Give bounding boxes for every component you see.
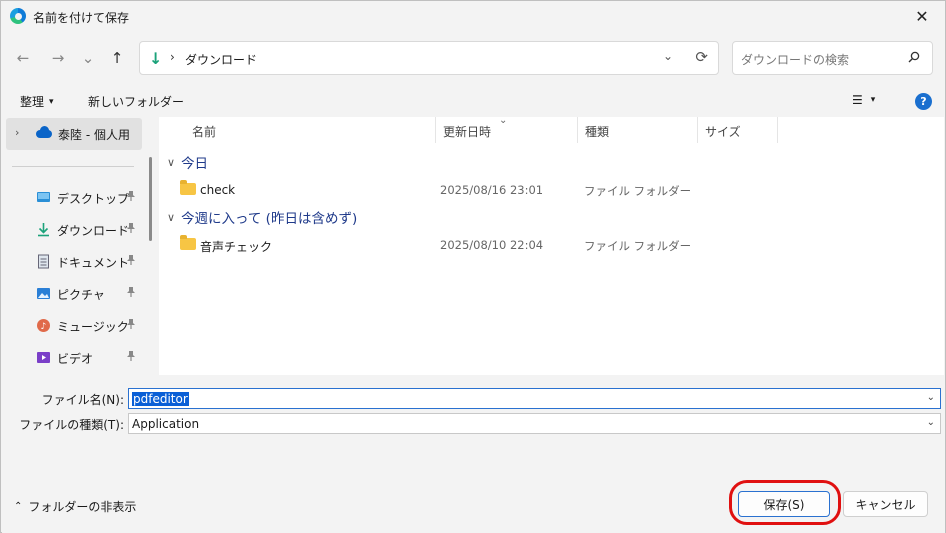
caret-down-icon: ▾	[870, 95, 876, 105]
up-arrow-icon[interactable]: ↑	[106, 47, 128, 69]
new-folder-button[interactable]: 新しいフォルダー	[88, 93, 184, 110]
breadcrumb-chevron-icon[interactable]: ›	[170, 50, 175, 64]
sidebar-scrollbar[interactable]	[149, 157, 152, 241]
organize-label: 整理	[20, 95, 45, 109]
desktop-icon	[37, 192, 50, 202]
folder-icon	[180, 235, 196, 250]
pin-icon[interactable]	[126, 286, 136, 298]
dialog-footer: ⌃ フォルダーの非表示 保存(S) キャンセル	[2, 477, 945, 533]
file-name: 音声チェック	[200, 240, 273, 254]
column-header-type[interactable]: 種類	[577, 117, 609, 143]
hide-folders-button[interactable]: ⌃ フォルダーの非表示	[14, 498, 136, 515]
cancel-button[interactable]: キャンセル	[843, 491, 928, 517]
filetype-select[interactable]: Application ⌄	[128, 413, 941, 434]
search-input[interactable]: ダウンロードの検索	[732, 41, 933, 75]
expand-chevron-icon[interactable]: ›	[15, 126, 19, 139]
music-icon: ♪	[37, 319, 50, 332]
group-label: 今週に入って (昨日は含めず)	[181, 211, 358, 227]
collapse-chevron-icon[interactable]: ∨	[167, 156, 175, 169]
pin-icon[interactable]	[126, 222, 136, 234]
organize-button[interactable]: 整理 ▾	[20, 93, 54, 110]
column-separator[interactable]	[777, 117, 778, 143]
group-header-this-week[interactable]: ∨ 今週に入って (昨日は含めず)	[167, 207, 358, 228]
column-header-date[interactable]: 更新日時	[435, 117, 491, 143]
hide-folders-label: フォルダーの非表示	[28, 500, 137, 514]
close-button[interactable]: ✕	[899, 1, 945, 32]
sidebar-item-label: デスクトップ	[57, 192, 130, 206]
sidebar-item-label: 泰陸 - 個人用	[58, 128, 130, 142]
navigation-pane: › 泰陸 - 個人用 デスクトップ ダウンロード ドキュメント ピクチャ ♪ ミ…	[2, 117, 158, 375]
sidebar-item-pictures[interactable]: ピクチャ	[2, 280, 148, 308]
save-options: ファイル名(N): pdfeditor ⌄ ファイルの種類(T): Applic…	[2, 377, 945, 477]
file-list: 名前 ⌄ 更新日時 種類 サイズ ∨ 今日 check 2025/08/16 2…	[159, 115, 944, 375]
group-label: 今日	[181, 156, 209, 172]
sidebar-item-label: ミュージック	[57, 320, 129, 334]
save-as-dialog: 名前を付けて保存 ✕ ← → ⌄ ↑ ↓ › ダウンロード ⌄ ⟳ ダウンロード…	[0, 0, 946, 533]
document-icon	[38, 254, 49, 269]
download-icon: ↓	[149, 49, 163, 68]
command-bar: 整理 ▾ 新しいフォルダー ☰ ▾ ?	[1, 87, 945, 117]
group-header-today[interactable]: ∨ 今日	[167, 152, 209, 173]
refresh-icon[interactable]: ⟳	[695, 48, 708, 66]
sidebar-item-label: ビデオ	[57, 352, 94, 366]
filetype-value: Application	[132, 417, 200, 431]
sidebar-item-downloads[interactable]: ダウンロード	[2, 216, 148, 244]
filename-value[interactable]: pdfeditor	[132, 392, 189, 406]
dropdown-chevron-icon[interactable]: ⌄	[927, 392, 935, 403]
pin-icon[interactable]	[126, 190, 136, 202]
svg-text:♪: ♪	[41, 322, 47, 332]
pictures-icon	[37, 288, 50, 299]
breadcrumb-location[interactable]: ダウンロード	[185, 51, 257, 68]
pin-icon[interactable]	[126, 254, 136, 266]
filename-field[interactable]: pdfeditor ⌄	[128, 388, 941, 409]
file-date: 2025/08/10 22:04	[440, 238, 544, 252]
sidebar-item-onedrive[interactable]: › 泰陸 - 個人用	[6, 118, 142, 150]
navigation-bar: ← → ⌄ ↑ ↓ › ダウンロード ⌄ ⟳ ダウンロードの検索	[1, 37, 945, 79]
file-date: 2025/08/16 23:01	[440, 183, 544, 197]
view-options-button[interactable]: ☰ ▾	[852, 93, 875, 107]
folder-icon	[180, 180, 196, 195]
file-name: check	[200, 183, 236, 197]
help-icon[interactable]: ?	[915, 93, 932, 110]
file-type: ファイル フォルダー	[584, 239, 692, 253]
collapse-chevron-icon[interactable]: ∨	[167, 211, 175, 224]
filetype-label: ファイルの種類(T):	[19, 418, 124, 432]
search-placeholder: ダウンロードの検索	[741, 53, 850, 67]
video-icon	[37, 352, 50, 363]
edge-app-icon	[10, 8, 26, 24]
caret-down-icon: ▾	[49, 96, 54, 107]
forward-arrow-icon[interactable]: →	[47, 47, 69, 69]
window-title: 名前を付けて保存	[33, 11, 130, 25]
address-bar[interactable]: ↓ › ダウンロード ⌄ ⟳	[139, 41, 719, 75]
pin-icon[interactable]	[126, 318, 136, 330]
save-button[interactable]: 保存(S)	[738, 491, 830, 517]
address-dropdown-icon[interactable]: ⌄	[663, 49, 673, 63]
list-item[interactable]: 音声チェック 2025/08/10 22:04 ファイル フォルダー	[159, 234, 779, 256]
column-header-name[interactable]: 名前	[184, 117, 216, 143]
dropdown-chevron-icon[interactable]: ⌄	[927, 417, 935, 428]
back-arrow-icon[interactable]: ←	[12, 47, 34, 69]
sidebar-item-desktop[interactable]: デスクトップ	[2, 184, 148, 212]
sidebar-divider	[12, 166, 134, 167]
title-bar: 名前を付けて保存 ✕	[1, 1, 945, 32]
search-icon[interactable]	[908, 51, 920, 63]
list-view-icon: ☰	[852, 93, 863, 107]
filename-label: ファイル名(N):	[41, 393, 124, 407]
sort-chevron-icon: ⌄	[499, 115, 508, 126]
file-type: ファイル フォルダー	[584, 184, 692, 198]
list-item[interactable]: check 2025/08/16 23:01 ファイル フォルダー	[159, 179, 779, 201]
column-header-size[interactable]: サイズ	[697, 117, 741, 143]
recent-locations-icon[interactable]: ⌄	[77, 47, 99, 69]
sidebar-item-label: ピクチャ	[57, 288, 105, 302]
onedrive-cloud-icon	[36, 126, 52, 138]
pin-icon[interactable]	[126, 350, 136, 362]
download-icon	[38, 223, 49, 237]
sidebar-item-documents[interactable]: ドキュメント	[2, 248, 148, 276]
sidebar-item-videos[interactable]: ビデオ	[2, 344, 148, 372]
sidebar-item-label: ドキュメント	[57, 256, 130, 270]
sidebar-item-label: ダウンロード	[57, 224, 130, 238]
caret-up-icon: ⌃	[14, 501, 23, 512]
sidebar-item-music[interactable]: ♪ ミュージック	[2, 312, 148, 340]
